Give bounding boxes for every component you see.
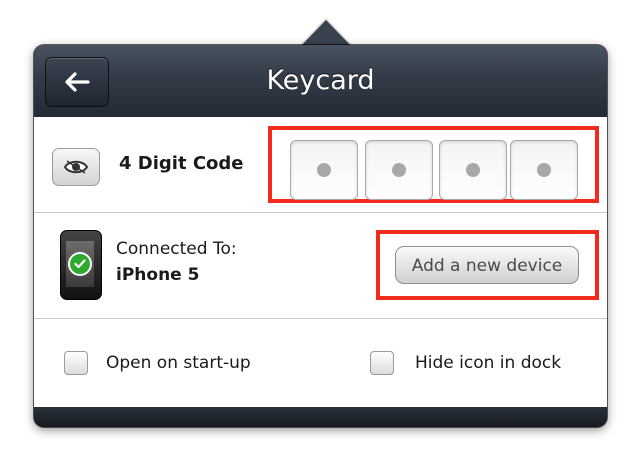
device-name: iPhone 5 xyxy=(116,265,200,285)
hide-dock-icon-label: Hide icon in dock xyxy=(415,353,562,373)
masked-digit-dot xyxy=(392,163,406,177)
popover-content: 4 Digit Code Connected To: iPhone 5 Add … xyxy=(34,117,607,407)
masked-digit-dot xyxy=(537,163,551,177)
page-title: Keycard xyxy=(266,65,375,96)
hide-dock-icon-checkbox[interactable] xyxy=(370,351,394,375)
masked-digit-dot xyxy=(317,163,331,177)
popover-footer xyxy=(34,407,607,427)
popover-arrow xyxy=(300,20,352,47)
connected-label: Connected To: xyxy=(116,239,237,259)
open-on-startup-label: Open on start-up xyxy=(106,353,251,373)
code-digit-3[interactable] xyxy=(439,140,507,200)
show-code-button[interactable] xyxy=(52,148,100,186)
options-row: Open on start-up Hide icon in dock xyxy=(34,319,607,407)
code-digit-1[interactable] xyxy=(290,140,358,200)
popover-header: Keycard xyxy=(34,45,607,118)
checkmark-icon xyxy=(68,252,92,276)
open-on-startup-checkbox[interactable] xyxy=(64,351,88,375)
code-row: 4 Digit Code xyxy=(34,117,607,213)
device-row: Connected To: iPhone 5 Add a new device xyxy=(34,213,607,319)
code-digit-2[interactable] xyxy=(365,140,433,200)
code-digit-4[interactable] xyxy=(510,140,578,200)
masked-digit-dot xyxy=(466,163,480,177)
add-device-button[interactable]: Add a new device xyxy=(395,246,579,284)
keycard-popover: Keycard 4 Digit Code Connected To: iPhon… xyxy=(34,45,607,427)
eye-icon xyxy=(64,160,88,174)
iphone-icon xyxy=(60,230,102,300)
code-label: 4 Digit Code xyxy=(119,153,244,174)
phone-screen xyxy=(66,241,94,287)
keycard-stage: Keycard 4 Digit Code Connected To: iPhon… xyxy=(0,0,640,471)
